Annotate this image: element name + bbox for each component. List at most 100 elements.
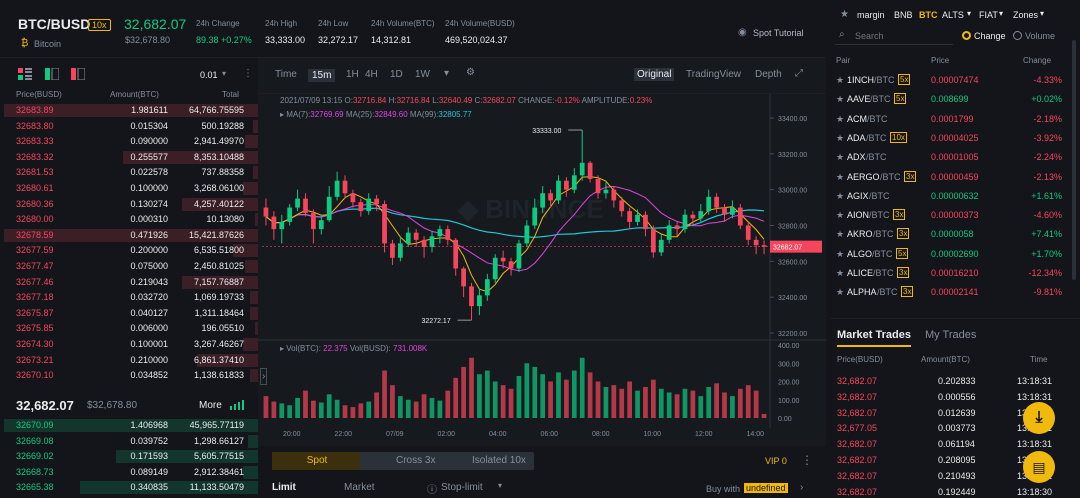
ask-row[interactable]: 32681.53 0.022578 737.88358 [0, 166, 258, 180]
pair-row[interactable]: ★ AAVE/BTC 5x 0.008699 +0.02% [830, 90, 1068, 109]
vol-eye-icon[interactable]: ▸ [280, 344, 284, 353]
col-price[interactable]: Price [931, 56, 949, 65]
precision-select[interactable]: 0.01 [200, 70, 218, 80]
more-link[interactable]: More [199, 400, 222, 411]
layout-asks-icon[interactable] [71, 67, 86, 81]
bid-row[interactable]: 32668.73 0.089149 2,912.38461 [0, 465, 258, 479]
order-type-stop-limit[interactable]: Stop-limit [441, 482, 483, 493]
star-icon[interactable]: ★ [836, 268, 844, 279]
volume-radio[interactable] [1013, 31, 1022, 40]
ask-row[interactable]: 32674.30 0.100001 3,267.46267 [0, 338, 258, 351]
ask-row[interactable]: 32677.47 0.075000 2,450.81025 [0, 260, 258, 273]
more-vertical-icon[interactable]: ⋮ [801, 453, 813, 467]
pair-row[interactable]: ★ ADA/BTC 10x 0.00004025 -3.92% [830, 129, 1068, 148]
bid-row[interactable]: 32669.08 0.039752 1,298.66127 [0, 434, 258, 448]
pair-row[interactable]: ★ ADX/BTC 0.00001005 -2.24% [830, 148, 1068, 167]
star-icon[interactable]: ★ [840, 9, 849, 20]
search-box[interactable]: ⌕ [835, 27, 953, 45]
bid-row[interactable]: 32670.09 1.406968 45,965.77119 [0, 419, 258, 432]
ask-row[interactable]: 32683.89 1.981611 64,766.75595 [0, 104, 258, 117]
change-radio[interactable] [962, 31, 971, 40]
caret-down-icon[interactable]: ▾ [498, 481, 502, 490]
order-type-market[interactable]: Market [344, 482, 375, 493]
ask-row[interactable]: 32683.33 0.090000 2,941.49970 [0, 135, 258, 149]
pair-row[interactable]: ★ ALPHA/BTC 3x 0.00002141 -9.81% [830, 283, 1068, 302]
filter-btc[interactable]: BTC [919, 10, 938, 20]
star-icon[interactable]: ★ [836, 172, 844, 183]
volume-radio-label[interactable]: Volume [1025, 31, 1055, 41]
filter-alts[interactable]: ALTS [942, 10, 964, 20]
col-pair[interactable]: Pair [836, 56, 850, 65]
more-vertical-icon[interactable]: ⋮ [243, 68, 253, 79]
symbol-title[interactable]: BTC/BUSD [18, 16, 90, 32]
order-type-limit[interactable]: Limit [272, 482, 296, 493]
download-button[interactable]: ⤓ [1023, 402, 1055, 434]
ask-row[interactable]: 32675.85 0.006000 196.05510 [0, 322, 258, 336]
star-icon[interactable]: ★ [836, 94, 844, 105]
ask-row[interactable]: 32678.59 0.471926 15,421.87626 [0, 228, 258, 242]
chevron-right-icon[interactable]: › [800, 482, 803, 493]
pair-row[interactable]: ★ AION/BTC 3x 0.00000373 -4.60% [830, 206, 1068, 225]
col-change[interactable]: Change [1023, 56, 1051, 65]
tab-market-trades[interactable]: Market Trades [837, 329, 911, 347]
buy-with-value[interactable]: undefined [744, 483, 788, 493]
ask-row[interactable]: 32675.87 0.040127 1,311.18464 [0, 306, 258, 320]
ask-row[interactable]: 32670.10 0.034852 1,138.61833 [0, 369, 258, 383]
chat-button[interactable]: ▤ [1023, 451, 1055, 483]
coin-name[interactable]: Bitcoin [34, 39, 61, 49]
tab-isolated[interactable]: Isolated 10x [472, 455, 526, 466]
vip-badge[interactable]: VIP 0 [765, 456, 787, 466]
filter-zones[interactable]: Zones [1013, 10, 1038, 20]
sidebar-toggle-icon[interactable]: › [260, 368, 268, 385]
change-radio-label[interactable]: Change [974, 31, 1006, 41]
caret-down-icon[interactable]: ▾ [222, 69, 226, 78]
bid-row[interactable]: 32665.38 0.340835 11,133.50479 [0, 481, 258, 495]
spot-tutorial-link[interactable]: Spot Tutorial [753, 28, 804, 38]
tab-spot[interactable]: Spot [307, 455, 328, 466]
star-icon[interactable]: ★ [836, 210, 844, 221]
pair-row[interactable]: ★ AGIX/BTC 0.00000632 +1.61% [830, 187, 1068, 206]
caret-down-icon[interactable]: ▾ [967, 9, 971, 18]
star-icon[interactable]: ★ [836, 133, 844, 144]
ask-price: 32677.18 [16, 292, 54, 303]
star-icon[interactable]: ★ [836, 191, 844, 202]
ask-row[interactable]: 32683.32 0.255577 8,353.10488 [0, 150, 258, 164]
ask-row[interactable]: 32680.00 0.000310 10.13080 [0, 213, 258, 227]
layout-bids-icon[interactable] [45, 67, 60, 81]
star-icon[interactable]: ★ [836, 75, 844, 86]
pair-row[interactable]: ★ ALICE/BTC 3x 0.00016210 -12.34% [830, 264, 1068, 283]
star-icon[interactable]: ★ [836, 249, 844, 260]
star-icon[interactable]: ★ [836, 152, 844, 163]
star-icon[interactable]: ★ [836, 229, 844, 240]
layout-both-icon[interactable] [18, 68, 32, 80]
star-icon[interactable]: ★ [836, 287, 844, 298]
pair-row[interactable]: ★ ALGO/BTC 5x 0.00002690 +1.70% [830, 245, 1068, 264]
ask-row[interactable]: 32673.21 0.210000 6,861.37410 [0, 353, 258, 367]
info-icon[interactable]: ⓘ [427, 481, 437, 496]
filter-margin[interactable]: margin [857, 10, 885, 20]
pair-leverage-badge: 5x [894, 93, 907, 105]
pair-row[interactable]: ★ AERGO/BTC 3x 0.00000459 -2.13% [830, 168, 1068, 187]
ask-row[interactable]: 32680.36 0.130274 4,257.40122 [0, 197, 258, 211]
ask-row[interactable]: 32677.18 0.032720 1,069.19733 [0, 291, 258, 305]
bid-total: 45,965.77119 [189, 420, 244, 430]
star-icon[interactable]: ★ [836, 114, 844, 125]
pair-row[interactable]: ★ 1INCH/BTC 5x 0.00007474 -4.33% [830, 71, 1068, 90]
candle-body [690, 214, 696, 219]
ask-row[interactable]: 32677.46 0.219043 7,157.76887 [0, 275, 258, 289]
bid-row[interactable]: 32669.02 0.171593 5,605.77515 [0, 450, 258, 464]
tab-cross[interactable]: Cross 3x [396, 455, 435, 466]
caret-down-icon[interactable]: ▾ [999, 9, 1003, 18]
ask-row[interactable]: 32683.80 0.015304 500.19288 [0, 119, 258, 133]
caret-down-icon[interactable]: ▾ [1040, 9, 1044, 18]
ask-row[interactable]: 32677.59 0.200000 6,535.51800 [0, 244, 258, 258]
search-input[interactable] [855, 29, 949, 42]
filter-fiat[interactable]: FIAT [979, 10, 998, 20]
pairs-scrollbar[interactable] [1072, 40, 1076, 280]
ask-row[interactable]: 32680.61 0.100000 3,268.06100 [0, 182, 258, 195]
tab-my-trades[interactable]: My Trades [925, 329, 976, 341]
pair-row[interactable]: ★ ACM/BTC 0.0001799 -2.18% [830, 110, 1068, 129]
candlestick-chart[interactable]: 33400.00 33200.00 33000.00 32800.00 32600.00… [258, 58, 826, 446]
filter-bnb[interactable]: BNB [894, 10, 913, 20]
pair-row[interactable]: ★ AKRO/BTC 3x 0.0000058 +7.41% [830, 225, 1068, 244]
